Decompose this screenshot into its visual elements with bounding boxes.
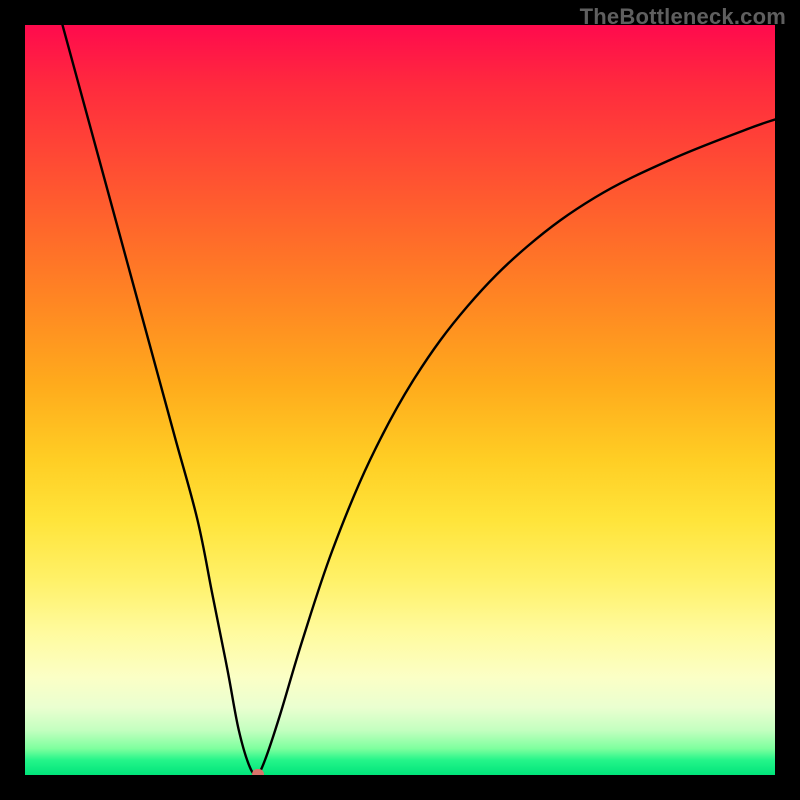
- minimum-marker: [252, 769, 264, 776]
- chart-frame: TheBottleneck.com: [0, 0, 800, 800]
- curve-path: [63, 25, 776, 774]
- watermark-label: TheBottleneck.com: [580, 4, 786, 30]
- bottleneck-curve: [25, 25, 775, 775]
- plot-area: [25, 25, 775, 775]
